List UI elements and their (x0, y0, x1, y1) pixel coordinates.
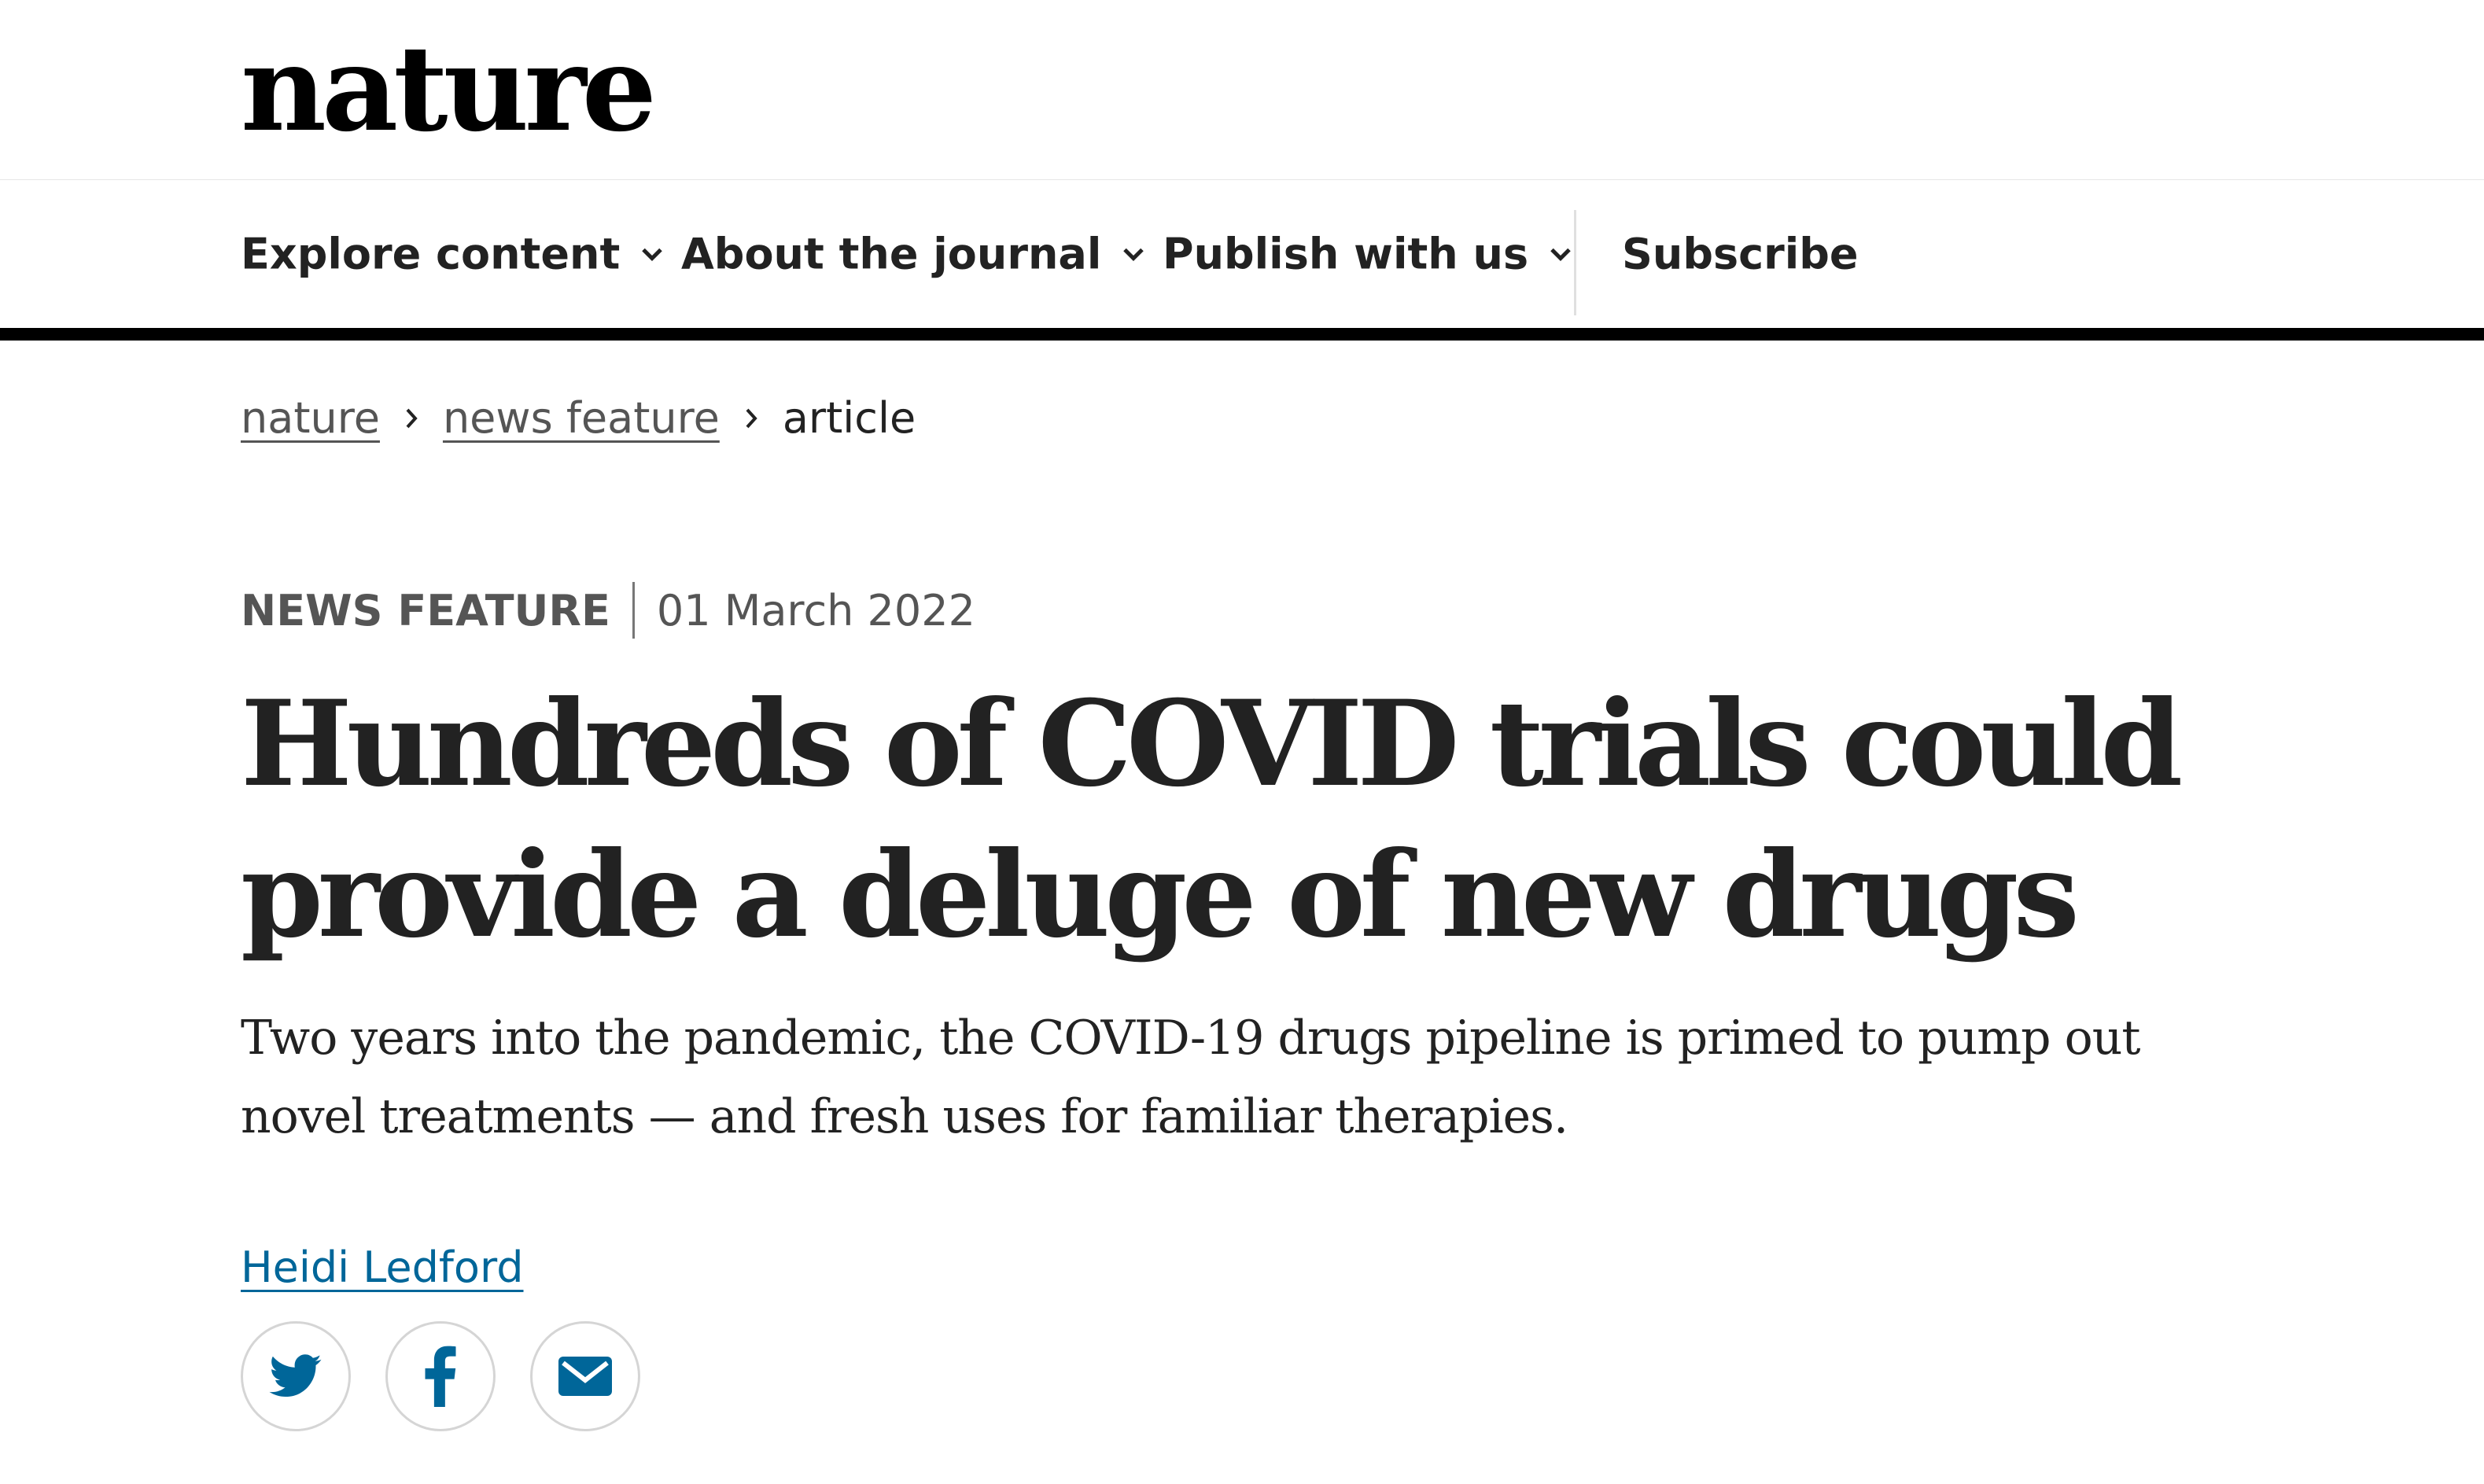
nature-logo[interactable]: nature (241, 30, 657, 148)
publish-date: 01 March 2022 (656, 585, 975, 635)
article-meta: NEWS FEATURE 01 March 2022 (241, 582, 975, 639)
nav-explore-content[interactable]: Explore content (241, 230, 664, 279)
article-title: Hundreds of COVID trials could provide a… (241, 675, 2183, 964)
masthead: nature (0, 0, 2484, 180)
chevron-down-icon (1123, 248, 1144, 261)
share-email-button[interactable] (530, 1321, 640, 1431)
share-buttons (241, 1321, 640, 1431)
nav-item-label: About the journal (681, 229, 1102, 279)
article-type: NEWS FEATURE (241, 585, 610, 635)
nav-item-label: Subscribe (1622, 229, 1859, 279)
meta-divider (632, 582, 635, 639)
share-twitter-button[interactable] (241, 1321, 351, 1431)
twitter-icon (269, 1354, 322, 1397)
breadcrumb-link-nature[interactable]: nature (241, 393, 380, 443)
nav-item-label: Publish with us (1163, 229, 1529, 279)
main-nav: Explore content About the journal Publis… (0, 180, 2484, 341)
nav-divider (1574, 210, 1576, 315)
chevron-down-icon (642, 248, 663, 261)
breadcrumb: nature news feature article (241, 393, 916, 443)
share-facebook-button[interactable] (385, 1321, 496, 1431)
breadcrumb-current: article (782, 393, 916, 443)
nav-about-journal[interactable]: About the journal (681, 230, 1145, 279)
author-link[interactable]: Heidi Ledford (241, 1243, 524, 1292)
facebook-icon (425, 1346, 456, 1407)
nav-subscribe[interactable]: Subscribe (1622, 230, 1859, 279)
nav-publish-with-us[interactable]: Publish with us (1163, 230, 1572, 279)
breadcrumb-link-news-feature[interactable]: news feature (443, 393, 720, 443)
article-standfirst: Two years into the pandemic, the COVID-1… (241, 1011, 2140, 1144)
chevron-right-icon (406, 408, 418, 428)
chevron-right-icon (746, 408, 757, 428)
chevron-down-icon (1550, 248, 1571, 261)
email-icon (558, 1357, 612, 1396)
nav-item-label: Explore content (241, 229, 621, 279)
